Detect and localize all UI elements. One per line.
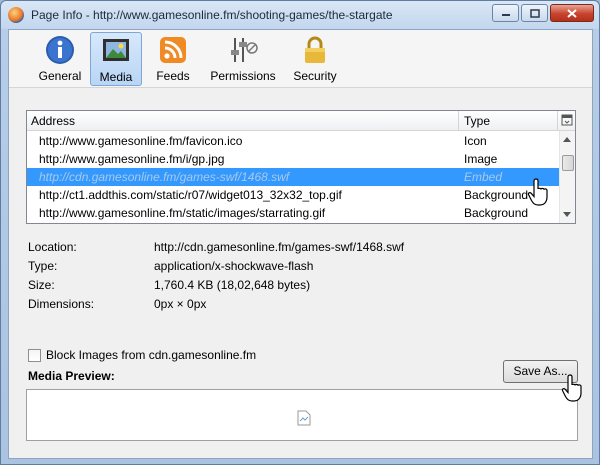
media-address: http://www.gamesonline.fm/favicon.ico xyxy=(39,134,243,148)
detail-value: application/x-shockwave-flash xyxy=(154,259,314,273)
detail-label: Type: xyxy=(28,259,58,273)
media-rows: http://www.gamesonline.fm/favicon.ico Ic… xyxy=(27,132,559,222)
minimize-button[interactable] xyxy=(492,4,519,22)
block-images-checkbox[interactable] xyxy=(28,348,41,362)
media-preview-label: Media Preview: xyxy=(28,369,115,383)
detail-value: http://cdn.gamesonline.fm/games-swf/1468… xyxy=(154,240,405,254)
detail-label: Dimensions: xyxy=(28,297,95,311)
media-type: Embed xyxy=(464,170,503,184)
tab-permissions[interactable]: Permissions xyxy=(204,32,282,86)
media-row[interactable]: http://www.gamesonline.fm/favicon.ico Ic… xyxy=(27,132,559,150)
page-info-tabs: General Media Feeds Permissions Security xyxy=(9,30,592,88)
scroll-up-arrow-icon[interactable] xyxy=(563,137,571,142)
hand-cursor-icon xyxy=(561,374,582,402)
tab-general-label: General xyxy=(38,69,82,83)
detail-size: Size: 1,760.4 KB (18,02,648 bytes) xyxy=(28,278,568,297)
media-row-selected[interactable]: http://cdn.gamesonline.fm/games-swf/1468… xyxy=(27,168,559,186)
detail-value: 0px × 0px xyxy=(154,297,207,311)
media-list[interactable]: Address Type http://www.gamesonline.fm/f… xyxy=(26,110,576,224)
media-address: http://www.gamesonline.fm/static/images/… xyxy=(39,206,326,220)
media-list-header: Address Type xyxy=(27,111,575,131)
column-divider[interactable] xyxy=(458,111,459,130)
scrollbar-thumb[interactable] xyxy=(562,155,574,171)
detail-label: Size: xyxy=(28,278,55,292)
media-address: http://www.gamesonline.fm/i/gp.jpg xyxy=(39,152,225,166)
tab-feeds-label: Feeds xyxy=(156,69,190,83)
minimize-icon xyxy=(501,14,510,16)
media-type: Background xyxy=(464,206,529,220)
tab-media[interactable]: Media xyxy=(90,32,142,86)
media-row[interactable]: http://ct1.addthis.com/static/r07/widget… xyxy=(27,186,559,204)
column-divider[interactable] xyxy=(557,111,558,130)
tab-security[interactable]: Security xyxy=(287,32,343,86)
maximize-button[interactable] xyxy=(521,4,548,22)
column-header-type[interactable]: Type xyxy=(464,114,490,128)
permissions-sliders-icon xyxy=(227,34,259,66)
media-type: Image xyxy=(464,152,498,166)
scroll-down-arrow-icon[interactable] xyxy=(563,212,571,217)
media-address: http://ct1.addthis.com/static/r07/widget… xyxy=(39,188,342,202)
detail-location: Location: http://cdn.gamesonline.fm/game… xyxy=(28,240,568,259)
media-address: http://cdn.gamesonline.fm/games-swf/1468… xyxy=(39,170,290,184)
media-type: Icon xyxy=(464,134,487,148)
media-preview-box xyxy=(26,389,578,441)
media-type: Background xyxy=(464,188,529,202)
dialog-body: General Media Feeds Permissions Security… xyxy=(8,29,593,459)
tab-media-label: Media xyxy=(99,70,133,84)
detail-type: Type: application/x-shockwave-flash xyxy=(28,259,568,278)
maximize-icon xyxy=(529,8,540,18)
media-details: Location: http://cdn.gamesonline.fm/game… xyxy=(28,240,568,316)
page-info-window: Page Info - http://www.gamesonline.fm/sh… xyxy=(0,0,600,465)
block-images-option[interactable]: Block Images from cdn.gamesonline.fm xyxy=(28,347,256,363)
title-bar[interactable]: Page Info - http://www.gamesonline.fm/sh… xyxy=(1,1,599,29)
close-button[interactable] xyxy=(550,4,594,22)
close-icon xyxy=(567,8,577,18)
media-row[interactable]: http://www.gamesonline.fm/i/gp.jpg Image xyxy=(27,150,559,168)
tab-permissions-label: Permissions xyxy=(210,69,276,83)
firefox-icon xyxy=(8,7,24,23)
broken-image-icon xyxy=(297,410,311,426)
detail-label: Location: xyxy=(28,240,77,254)
column-header-address[interactable]: Address xyxy=(31,114,75,128)
column-picker-icon[interactable] xyxy=(561,114,573,126)
padlock-icon xyxy=(299,34,331,66)
tab-feeds[interactable]: Feeds xyxy=(149,32,197,86)
hand-cursor-icon xyxy=(527,178,548,206)
media-panel: Address Type http://www.gamesonline.fm/f… xyxy=(16,94,584,454)
detail-value: 1,760.4 KB (18,02,648 bytes) xyxy=(154,278,311,292)
block-images-label: Block Images from cdn.gamesonline.fm xyxy=(46,348,257,362)
info-icon xyxy=(44,34,76,66)
media-list-scrollbar[interactable] xyxy=(559,131,575,223)
tab-general[interactable]: General xyxy=(35,32,85,86)
media-icon xyxy=(100,35,132,67)
window-title: Page Info - http://www.gamesonline.fm/sh… xyxy=(31,8,393,22)
detail-dimensions: Dimensions: 0px × 0px xyxy=(28,297,568,316)
rss-feed-icon xyxy=(157,34,189,66)
tab-security-label: Security xyxy=(293,69,337,83)
media-row[interactable]: http://www.gamesonline.fm/static/images/… xyxy=(27,204,559,222)
